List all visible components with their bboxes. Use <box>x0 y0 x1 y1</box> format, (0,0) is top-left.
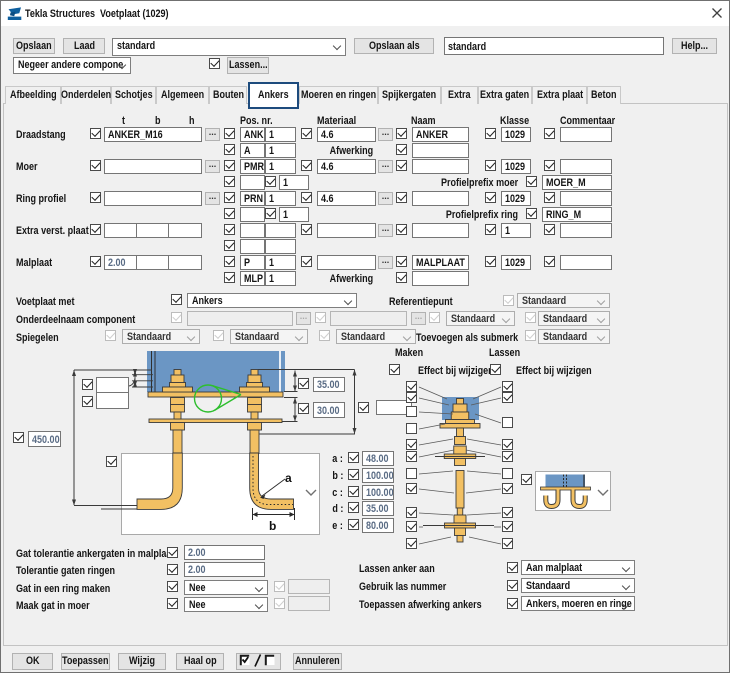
svg-text:a: a <box>285 471 292 485</box>
svg-text:b: b <box>269 519 276 533</box>
